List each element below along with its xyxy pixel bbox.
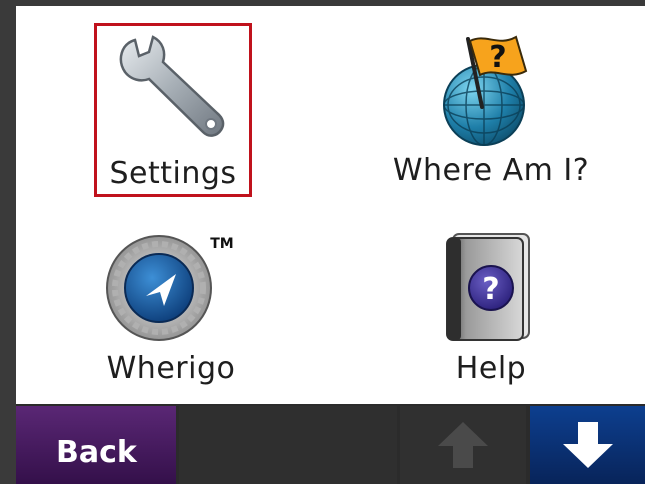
main-menu-panel: Settings ? Where Am I? TM Wherigo ? Help	[16, 6, 645, 404]
wherigo-tile[interactable]: TM Wherigo	[86, 226, 256, 396]
settings-tile[interactable]: Settings	[94, 23, 252, 197]
wrench-icon	[119, 35, 225, 137]
wherigo-icon: TM	[106, 235, 234, 341]
where-am-i-label: Where Am I?	[392, 153, 590, 188]
svg-text:?: ?	[489, 40, 506, 75]
scroll-down-button[interactable]	[530, 406, 645, 484]
back-button[interactable]: Back	[16, 406, 176, 484]
arrow-down-icon	[562, 422, 613, 468]
globe-flag-icon: ?	[443, 35, 528, 146]
wherigo-label: Wherigo	[106, 351, 236, 386]
bottom-toolbar: Back	[16, 404, 645, 484]
trademark-badge: TM	[210, 236, 233, 252]
help-tile[interactable]: ? Help	[421, 226, 561, 396]
help-book-icon: ?	[446, 233, 530, 341]
toolbar-empty-slot	[179, 406, 397, 484]
help-label: Help	[455, 351, 527, 386]
scroll-up-button[interactable]	[400, 406, 526, 484]
where-am-i-tile[interactable]: ? Where Am I?	[386, 23, 596, 197]
device-screen: Settings ? Where Am I? TM Wherigo ? Help…	[16, 6, 645, 484]
back-button-label: Back	[56, 434, 137, 470]
svg-text:?: ?	[482, 272, 499, 307]
settings-label: Settings	[109, 156, 237, 191]
arrow-up-icon	[438, 422, 488, 468]
